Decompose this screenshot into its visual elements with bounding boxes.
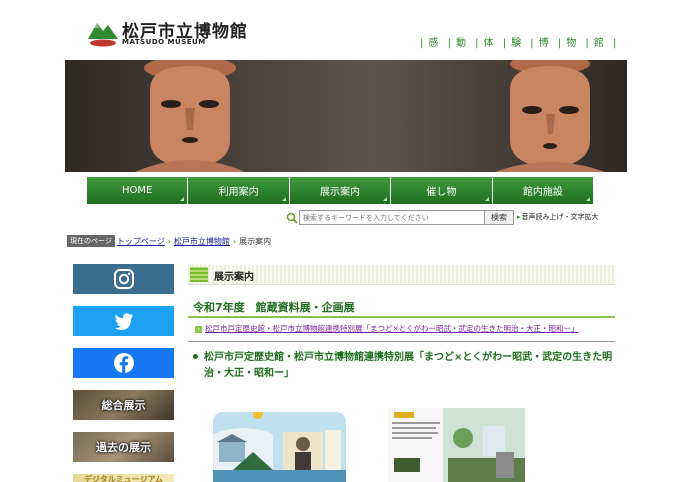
exhibition-poster-2[interactable]	[388, 408, 525, 482]
tagline-char: 博	[538, 38, 550, 49]
nav-usage-guide[interactable]: 利用案内	[188, 177, 289, 204]
link-arrow-icon: ›	[195, 325, 202, 333]
nav-events[interactable]: 催し物	[391, 177, 492, 204]
haniwa-figures-image	[135, 60, 605, 172]
hero-image	[65, 60, 627, 172]
search-icon	[286, 212, 298, 224]
logo-mark-icon	[88, 23, 118, 47]
bullet-icon	[193, 354, 198, 359]
breadcrumb-separator-icon: ›	[167, 236, 171, 246]
poster-illustration	[213, 412, 346, 482]
facebook-link[interactable]	[73, 348, 174, 378]
banner-permanent-exhibition[interactable]: 総合展示	[73, 390, 174, 420]
tagline-char: 物	[566, 38, 578, 49]
tagline-char: 感	[428, 38, 440, 49]
tagline-char: 動	[455, 38, 467, 49]
instagram-link[interactable]	[73, 264, 174, 294]
logo-subtitle: MATSUDO MUSEUM	[122, 38, 206, 46]
exhibition-title-text: 松戸市戸定歴史館・松戸市立博物館連携特別展「まつど×とくがわー昭武・武定の生きた…	[204, 352, 613, 379]
exhibition-link[interactable]: › 松戸市戸定歴史館・松戸市立博物館連携特別展「まつど×とくがわー昭武・武定の生き…	[195, 323, 579, 334]
poster-illustration	[388, 408, 525, 482]
facebook-icon	[113, 353, 134, 373]
banner-digital-museum[interactable]: デジタルミュージアム	[73, 474, 174, 482]
section-mark-icon	[190, 267, 208, 282]
page-heading: 令和7年度 館蔵資料展・企画展	[193, 301, 355, 314]
breadcrumb-separator-icon: ›	[232, 236, 237, 246]
reading-assist-link[interactable]: 音声読み上げ・文字拡大	[517, 212, 599, 222]
heading-divider	[188, 316, 615, 318]
tagline-char: 体	[483, 38, 495, 49]
search-input[interactable]	[299, 210, 487, 225]
nav-exhibitions[interactable]: 展示案内	[289, 177, 391, 204]
breadcrumb-label: 現在のページ	[67, 235, 115, 247]
instagram-icon	[113, 269, 134, 289]
banner-past-exhibitions[interactable]: 過去の展示	[73, 432, 174, 462]
header-tagline: | 感 | 動 | 体 | 験 | 博 | 物 | 館 |	[420, 38, 618, 49]
museum-logo[interactable]: 松戸市立博物館 MATSUDO MUSEUM	[86, 17, 256, 47]
exhibition-title: 松戸市戸定歴史館・松戸市立博物館連携特別展「まつど×とくがわー昭武・武定の生きた…	[193, 350, 614, 382]
exhibition-poster-1[interactable]	[213, 412, 346, 482]
section-title: 展示案内	[214, 272, 254, 283]
twitter-link[interactable]	[73, 306, 174, 336]
page: 松戸市立博物館 MATSUDO MUSEUM | 感 | 動 | 体 | 験 | 博 | 物…	[0, 0, 680, 482]
exhibition-link-text: 松戸市戸定歴史館・松戸市立博物館連携特別展「まつど×とくがわー昭武・武定の生きた…	[205, 324, 579, 333]
breadcrumb-top[interactable]: トップページ	[117, 236, 165, 247]
search-button[interactable]: 検索	[484, 210, 514, 225]
breadcrumb-current: 展示案内	[239, 236, 272, 246]
breadcrumb: 現在のページ トップページ › 松戸市立博物館 › 展示案内	[67, 235, 271, 247]
tagline-char: 館	[593, 38, 605, 49]
section-header: 展示案内	[188, 265, 615, 285]
nav-home[interactable]: HOME	[87, 177, 188, 204]
main-navigation: HOME 利用案内 展示案内 催し物 館内施設	[87, 177, 594, 204]
link-divider	[188, 341, 615, 342]
nav-facilities[interactable]: 館内施設	[492, 177, 594, 204]
breadcrumb-museum[interactable]: 松戸市立博物館	[174, 236, 230, 247]
twitter-icon	[114, 313, 133, 330]
tagline-char: 験	[511, 38, 523, 49]
